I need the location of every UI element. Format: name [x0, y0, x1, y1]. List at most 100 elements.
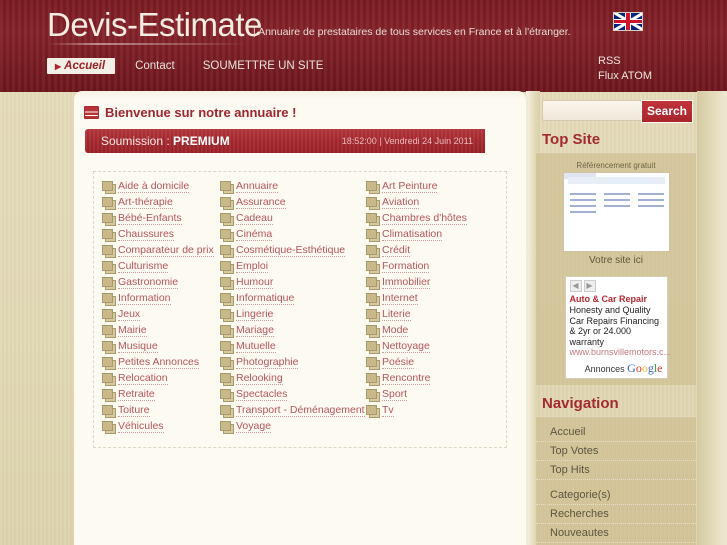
category-link[interactable]: Aviation	[382, 196, 420, 209]
sidebar-ad-title[interactable]: Auto & Car Repair	[570, 294, 663, 305]
category-link[interactable]: Immobilier	[382, 276, 431, 289]
category-link[interactable]: Art-thérapie	[118, 196, 173, 209]
category-item[interactable]: Véhicules	[102, 418, 220, 434]
category-link[interactable]: Véhicules	[118, 420, 164, 433]
category-item[interactable]: Musique	[102, 338, 220, 354]
category-item[interactable]: Mariage	[220, 322, 366, 338]
category-link[interactable]: Culturisme	[118, 260, 169, 273]
category-item[interactable]: Climatisation	[366, 226, 496, 242]
category-item[interactable]: Informatique	[220, 290, 366, 306]
category-link[interactable]: Jeux	[118, 308, 141, 321]
category-link[interactable]: Relocation	[118, 372, 168, 385]
nav-item-accueil[interactable]: ▶ Accueil	[47, 58, 116, 74]
category-link[interactable]: Sport	[382, 388, 408, 401]
category-item[interactable]: Relooking	[220, 370, 366, 386]
category-item[interactable]: Art Peinture	[366, 178, 496, 194]
category-link[interactable]: Bébé-Enfants	[118, 212, 182, 225]
category-item[interactable]: Immobilier	[366, 274, 496, 290]
top-site-promo[interactable]: Référencement gratuit Votre site ici	[536, 157, 696, 272]
category-item[interactable]: Cinéma	[220, 226, 366, 242]
category-link[interactable]: Photographie	[236, 356, 299, 369]
category-item[interactable]: Literie	[366, 306, 496, 322]
category-item[interactable]: Comparateur de prix	[102, 242, 220, 258]
sidebar-nav-item[interactable]: Categorie(s)	[536, 486, 696, 505]
category-item[interactable]: Formation	[366, 258, 496, 274]
category-item[interactable]: Mutuelle	[220, 338, 366, 354]
category-link[interactable]: Comparateur de prix	[118, 244, 214, 257]
nav-item-soumettre[interactable]: SOUMETTRE UN SITE	[189, 60, 338, 72]
sidebar-nav-item[interactable]: Accueil	[536, 423, 696, 442]
category-item[interactable]: Tv	[366, 402, 496, 418]
category-item[interactable]: Cosmétique-Esthétique	[220, 242, 366, 258]
category-item[interactable]: Internet	[366, 290, 496, 306]
category-item[interactable]: Culturisme	[102, 258, 220, 274]
rss-link[interactable]: RSS	[598, 54, 652, 69]
category-link[interactable]: Cinéma	[236, 228, 273, 241]
category-link[interactable]: Formation	[382, 260, 430, 273]
category-link[interactable]: Cosmétique-Esthétique	[236, 244, 346, 257]
category-link[interactable]: Voyage	[236, 420, 272, 433]
category-item[interactable]: Aide à domicile	[102, 178, 220, 194]
category-link[interactable]: Mode	[382, 324, 409, 337]
category-item[interactable]: Humour	[220, 274, 366, 290]
category-item[interactable]: Spectacles	[220, 386, 366, 402]
category-item[interactable]: Aviation	[366, 194, 496, 210]
category-item[interactable]: Retraite	[102, 386, 220, 402]
sidebar-search-input[interactable]	[545, 103, 641, 120]
category-link[interactable]: Cadeau	[236, 212, 273, 225]
category-item[interactable]: Mairie	[102, 322, 220, 338]
category-item[interactable]: Emploi	[220, 258, 366, 274]
category-item[interactable]: Nettoyage	[366, 338, 496, 354]
category-item[interactable]: Lingerie	[220, 306, 366, 322]
category-link[interactable]: Transport - Déménagement	[236, 404, 365, 417]
sidebar-search-button[interactable]: Search	[640, 100, 693, 123]
uk-flag-icon[interactable]	[613, 12, 643, 31]
category-link[interactable]: Humour	[236, 276, 274, 289]
category-item[interactable]: Voyage	[220, 418, 366, 434]
category-link[interactable]: Informatique	[236, 292, 295, 305]
category-link[interactable]: Climatisation	[382, 228, 443, 241]
category-link[interactable]: Art Peinture	[382, 180, 438, 193]
category-item[interactable]: Poésie	[366, 354, 496, 370]
category-item[interactable]: Chambres d'hôtes	[366, 210, 496, 226]
category-link[interactable]: Information	[118, 292, 171, 305]
category-link[interactable]: Petites Annonces	[118, 356, 200, 369]
category-item[interactable]: Chaussures	[102, 226, 220, 242]
category-item[interactable]: Photographie	[220, 354, 366, 370]
category-link[interactable]: Crédit	[382, 244, 411, 257]
category-item[interactable]: Bébé-Enfants	[102, 210, 220, 226]
category-link[interactable]: Aide à domicile	[118, 180, 190, 193]
category-link[interactable]: Musique	[118, 340, 158, 353]
category-link[interactable]: Literie	[382, 308, 411, 321]
category-link[interactable]: Toiture	[118, 404, 150, 417]
sidebar-ad-url[interactable]: www.burnsvillemotors.c...	[570, 347, 672, 358]
category-link[interactable]: Chaussures	[118, 228, 175, 241]
nav-item-contact[interactable]: Contact	[121, 60, 189, 72]
category-item[interactable]: Crédit	[366, 242, 496, 258]
sidebar-nav-item[interactable]: Top Hits	[536, 461, 696, 480]
category-link[interactable]: Chambres d'hôtes	[382, 212, 467, 225]
category-item[interactable]: Annuaire	[220, 178, 366, 194]
category-link[interactable]: Mutuelle	[236, 340, 276, 353]
category-item[interactable]: Transport - Déménagement	[220, 402, 366, 418]
sidebar-nav-item[interactable]: Top Votes	[536, 442, 696, 461]
category-item[interactable]: Sport	[366, 386, 496, 402]
category-item[interactable]: Jeux	[102, 306, 220, 322]
category-link[interactable]: Tv	[382, 404, 394, 417]
category-item[interactable]: Petites Annonces	[102, 354, 220, 370]
category-item[interactable]: Rencontre	[366, 370, 496, 386]
chevron-right-icon[interactable]: ▶	[583, 280, 596, 292]
sidebar-nav-item[interactable]: Nouveautes	[536, 524, 696, 543]
category-link[interactable]: Retraite	[118, 388, 155, 401]
category-link[interactable]: Nettoyage	[382, 340, 430, 353]
category-link[interactable]: Gastronomie	[118, 276, 179, 289]
category-link[interactable]: Emploi	[236, 260, 269, 273]
category-link[interactable]: Internet	[382, 292, 418, 305]
category-link[interactable]: Lingerie	[236, 308, 274, 321]
category-item[interactable]: Information	[102, 290, 220, 306]
category-item[interactable]: Cadeau	[220, 210, 366, 226]
category-item[interactable]: Relocation	[102, 370, 220, 386]
category-item[interactable]: Art-thérapie	[102, 194, 220, 210]
category-link[interactable]: Mariage	[236, 324, 274, 337]
category-link[interactable]: Relooking	[236, 372, 283, 385]
